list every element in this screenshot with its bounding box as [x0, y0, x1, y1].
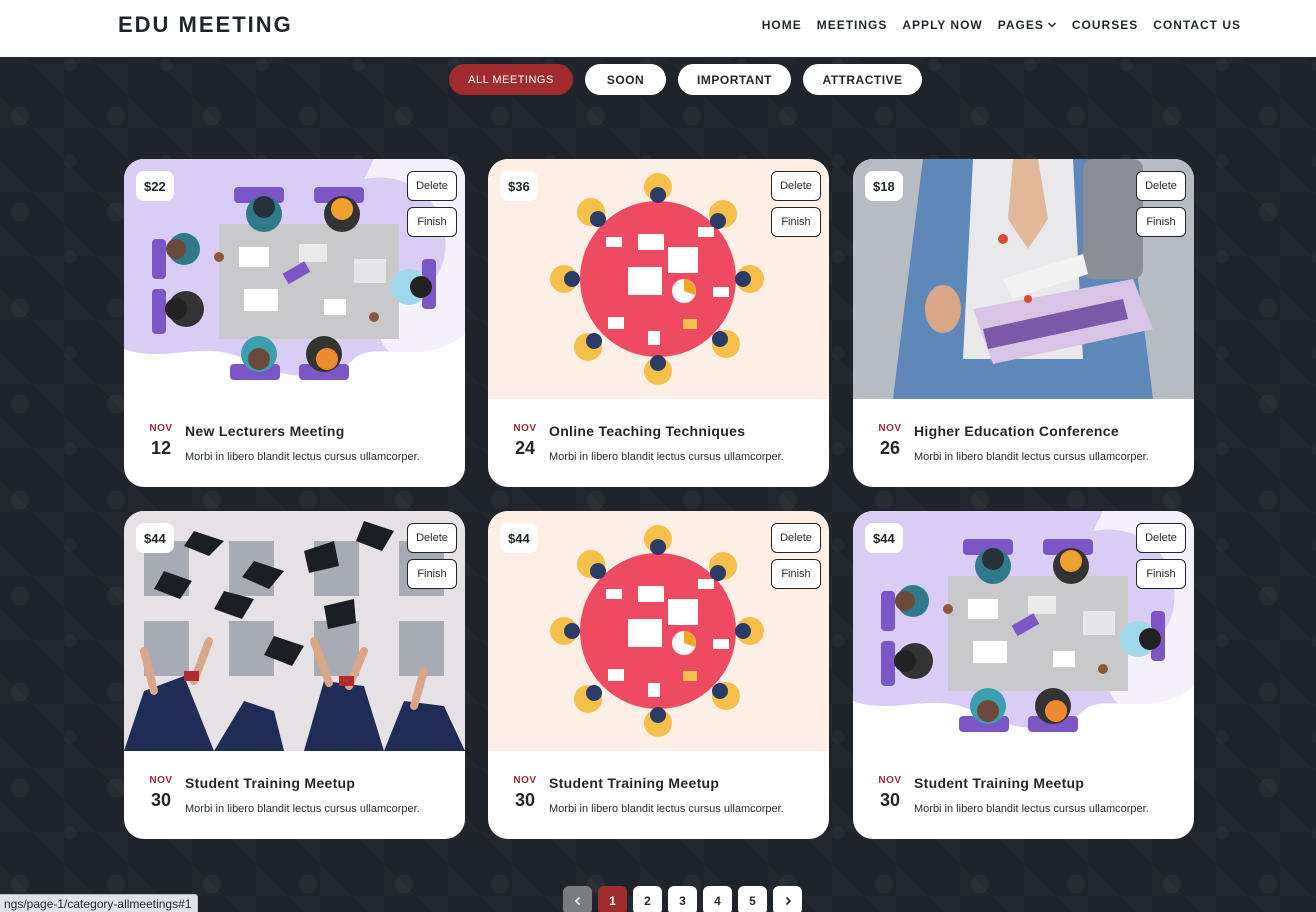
date-day: 26: [879, 438, 901, 458]
delete-button[interactable]: Delete: [407, 171, 457, 201]
meeting-date: NOV 12: [146, 423, 176, 459]
finish-button[interactable]: Finish: [407, 559, 457, 589]
pagination-page-5[interactable]: 5: [738, 886, 767, 912]
nav-pages-label: PAGES: [997, 18, 1044, 32]
meeting-title[interactable]: Student Training Meetup: [914, 775, 1084, 791]
price-badge: $44: [865, 523, 903, 553]
pagination-page-3[interactable]: 3: [668, 886, 697, 912]
nav-meetings[interactable]: MEETINGS: [817, 18, 888, 32]
meeting-filters: ALL MEETINGS SOON IMPORTANT ATTRACTIVE: [449, 64, 922, 95]
status-bar-url: ngs/page-1/category-allmeetings#1: [0, 894, 199, 912]
meeting-description: Morbi in libero blandit lectus cursus ul…: [549, 451, 784, 463]
finish-button[interactable]: Finish: [771, 559, 821, 589]
filter-all-meetings[interactable]: ALL MEETINGS: [449, 64, 573, 95]
price-badge: $44: [500, 523, 538, 553]
meeting-card[interactable]: $44 Delete Finish NOV 30 Student Training Mee…: [488, 511, 829, 839]
date-month: NOV: [513, 423, 537, 434]
date-month: NOV: [878, 775, 902, 786]
nav-courses[interactable]: COURSES: [1072, 18, 1138, 32]
filter-attractive[interactable]: ATTRACTIVE: [803, 64, 922, 95]
delete-button[interactable]: Delete: [407, 523, 457, 553]
date-day: 12: [150, 438, 172, 458]
date-month: NOV: [513, 775, 537, 786]
meeting-date: NOV 30: [510, 775, 540, 811]
nav-apply-now[interactable]: APPLY NOW: [902, 18, 982, 32]
meeting-title[interactable]: Higher Education Conference: [914, 423, 1119, 439]
date-month: NOV: [149, 423, 173, 434]
delete-button[interactable]: Delete: [771, 171, 821, 201]
meeting-card[interactable]: $18 Delete Finish NOV 26 Higher Education Con…: [853, 159, 1194, 487]
chevron-right-icon: [785, 896, 791, 905]
nav-home[interactable]: HOME: [762, 18, 802, 32]
meeting-card[interactable]: $44 Delete Finish NOV 30 Student Training Mee…: [853, 511, 1194, 839]
chevron-down-icon: [1047, 22, 1056, 28]
pagination-next[interactable]: [773, 886, 802, 912]
pagination-page-4[interactable]: 4: [703, 886, 732, 912]
chevron-left-icon: [574, 896, 580, 905]
delete-button[interactable]: Delete: [1136, 523, 1186, 553]
pagination-prev[interactable]: [563, 886, 592, 912]
nav-pages[interactable]: PAGES: [998, 18, 1057, 32]
finish-button[interactable]: Finish: [1136, 207, 1186, 237]
meeting-date: NOV 30: [875, 775, 905, 811]
meeting-description: Morbi in libero blandit lectus cursus ul…: [185, 803, 420, 815]
date-day: 30: [514, 790, 536, 810]
meeting-title[interactable]: Student Training Meetup: [549, 775, 719, 791]
meeting-title[interactable]: Online Teaching Techniques: [549, 423, 745, 439]
pagination-page-2[interactable]: 2: [633, 886, 662, 912]
pagination: 1 2 3 4 5: [563, 886, 802, 912]
price-badge: $22: [136, 171, 174, 201]
site-header: EDU MEETING HOME MEETINGS APPLY NOW PAGE…: [0, 0, 1316, 57]
finish-button[interactable]: Finish: [407, 207, 457, 237]
price-badge: $18: [865, 171, 903, 201]
meeting-date: NOV 24: [510, 423, 540, 459]
date-day: 30: [150, 790, 172, 810]
finish-button[interactable]: Finish: [1136, 559, 1186, 589]
main-nav: HOME MEETINGS APPLY NOW PAGES COURSES CO…: [747, 18, 1241, 32]
meeting-card[interactable]: $44 Delete Finish NOV 30 Student Training Mee…: [124, 511, 465, 839]
price-badge: $36: [500, 171, 538, 201]
date-month: NOV: [149, 775, 173, 786]
delete-button[interactable]: Delete: [1136, 171, 1186, 201]
meeting-title[interactable]: Student Training Meetup: [185, 775, 355, 791]
date-day: 24: [514, 438, 536, 458]
meeting-description: Morbi in libero blandit lectus cursus ul…: [185, 451, 420, 463]
meeting-description: Morbi in libero blandit lectus cursus ul…: [914, 803, 1149, 815]
site-logo[interactable]: EDU MEETING: [118, 12, 293, 38]
meeting-card[interactable]: $36 Delete Finish NOV 24 Online Teaching Tech…: [488, 159, 829, 487]
meeting-card[interactable]: $22 Delete Finish NOV 12 New Lecturers Meetin…: [124, 159, 465, 487]
nav-contact-us[interactable]: CONTACT US: [1153, 18, 1241, 32]
meeting-description: Morbi in libero blandit lectus cursus ul…: [549, 803, 784, 815]
meeting-description: Morbi in libero blandit lectus cursus ul…: [914, 451, 1149, 463]
date-day: 30: [879, 790, 901, 810]
filter-soon[interactable]: SOON: [585, 64, 666, 95]
delete-button[interactable]: Delete: [771, 523, 821, 553]
meeting-title[interactable]: New Lecturers Meeting: [185, 423, 345, 439]
meeting-date: NOV 30: [146, 775, 176, 811]
finish-button[interactable]: Finish: [771, 207, 821, 237]
price-badge: $44: [136, 523, 174, 553]
filter-important[interactable]: IMPORTANT: [678, 64, 791, 95]
date-month: NOV: [878, 423, 902, 434]
pagination-page-1[interactable]: 1: [598, 886, 627, 912]
meeting-date: NOV 26: [875, 423, 905, 459]
